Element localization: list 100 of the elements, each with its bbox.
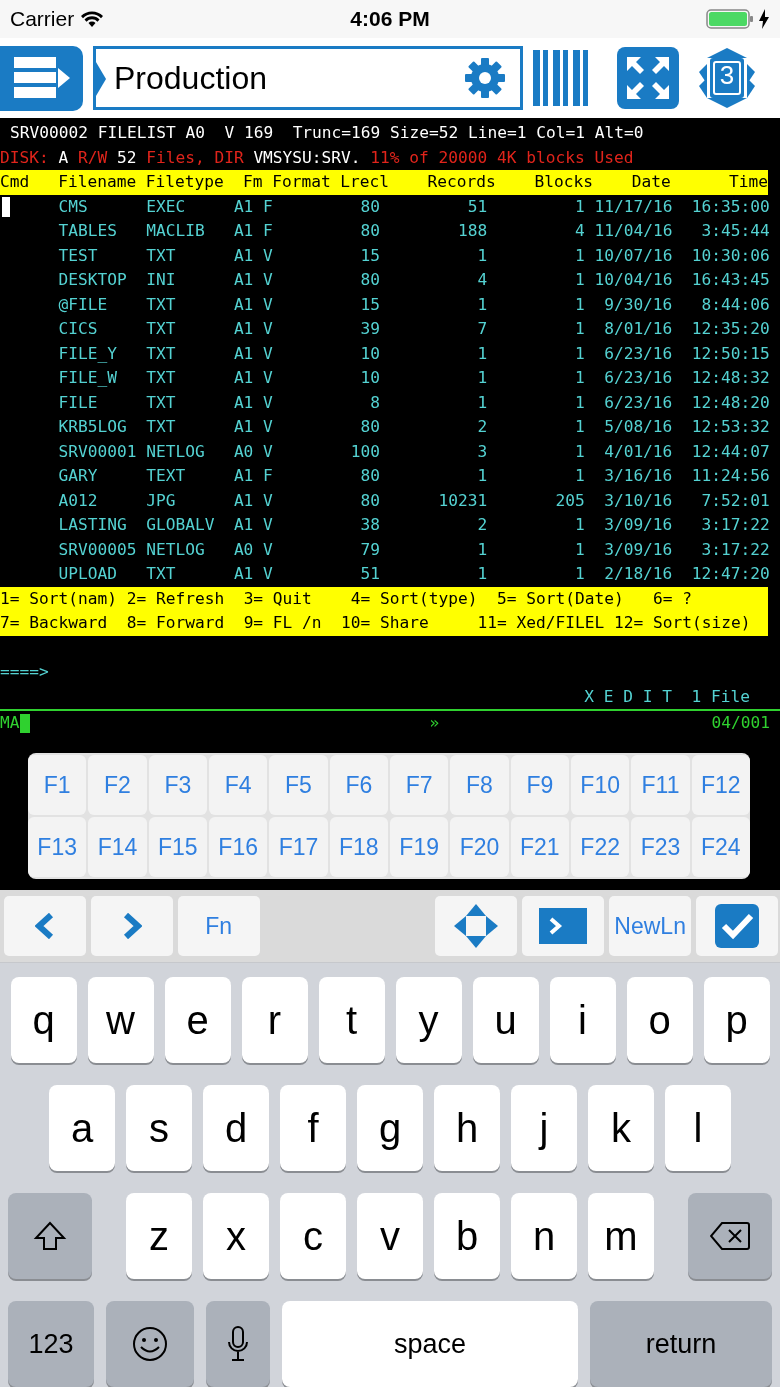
function-key[interactable]: F19 — [390, 817, 449, 877]
function-key[interactable]: F24 — [691, 817, 750, 877]
function-key[interactable]: F8 — [450, 755, 509, 815]
numbers-key[interactable]: 123 — [8, 1301, 94, 1387]
column-header[interactable]: Blocks — [495, 170, 594, 195]
enter-button[interactable] — [522, 896, 605, 956]
function-key[interactable]: F11 — [631, 755, 690, 815]
column-header[interactable]: Fm — [243, 170, 273, 195]
letter-key[interactable]: s — [126, 1085, 192, 1171]
disk-info-text: A — [58, 146, 69, 169]
emoji-key[interactable] — [106, 1301, 194, 1387]
function-key[interactable]: F22 — [571, 817, 630, 877]
column-header[interactable]: Time — [670, 170, 768, 195]
table-cell: 1 — [574, 196, 585, 216]
table-cell: 8 — [370, 392, 381, 412]
delete-key[interactable] — [688, 1193, 772, 1279]
function-key[interactable]: F23 — [631, 817, 690, 877]
function-key[interactable]: F17 — [269, 817, 328, 877]
back-button[interactable] — [4, 896, 86, 956]
function-key[interactable]: F12 — [691, 755, 750, 815]
letter-key[interactable]: i — [549, 977, 616, 1063]
letter-key[interactable]: e — [164, 977, 231, 1063]
session-field[interactable]: Production — [93, 46, 523, 110]
letter-key[interactable]: r — [241, 977, 308, 1063]
function-key[interactable]: F7 — [390, 755, 449, 815]
function-key[interactable]: F10 — [571, 755, 630, 815]
letter-key[interactable]: d — [203, 1085, 269, 1171]
table-cell: 10 — [360, 368, 381, 387]
table-cell: NETLOG — [146, 441, 205, 461]
letter-key[interactable]: w — [87, 977, 154, 1063]
function-key[interactable]: F4 — [209, 755, 268, 815]
letter-key[interactable]: c — [280, 1193, 346, 1279]
table-cell: 205 — [555, 490, 585, 510]
table-cell: A1 — [233, 392, 254, 412]
letter-key[interactable]: v — [357, 1193, 423, 1279]
expand-icon — [617, 47, 679, 109]
column-header[interactable]: Lrecl — [340, 170, 389, 195]
table-cell: DESKTOP — [58, 270, 127, 289]
column-header[interactable]: Cmd — [0, 170, 59, 195]
letter-key[interactable]: m — [588, 1193, 654, 1279]
letter-key[interactable]: z — [126, 1193, 192, 1279]
table-cell: 1 — [477, 343, 488, 363]
function-key[interactable]: F3 — [148, 755, 207, 815]
letter-key[interactable]: x — [203, 1193, 269, 1279]
function-key[interactable]: F16 — [209, 817, 268, 877]
table-cell: TXT — [146, 368, 176, 387]
function-key[interactable]: F9 — [510, 755, 569, 815]
letter-key[interactable]: u — [472, 977, 539, 1063]
table-cell: NETLOG — [146, 539, 205, 559]
space-key[interactable]: space — [282, 1301, 578, 1387]
letter-key[interactable]: k — [588, 1085, 654, 1171]
column-header[interactable]: Records — [388, 170, 496, 195]
sessions-button[interactable]: 3 — [695, 46, 759, 110]
function-key[interactable]: F1 — [28, 755, 87, 815]
toolbar-key[interactable]: Fn — [177, 896, 260, 956]
menu-button[interactable] — [0, 45, 83, 111]
table-cell: A1 — [233, 466, 254, 485]
letter-key[interactable]: t — [318, 977, 385, 1063]
shift-key[interactable] — [8, 1193, 92, 1279]
letter-key[interactable]: l — [665, 1085, 731, 1171]
letter-key[interactable]: o — [626, 977, 693, 1063]
file-count: 1 File — [691, 685, 750, 708]
command-input[interactable]: MA — [0, 710, 20, 736]
column-header[interactable]: Filename — [58, 170, 146, 195]
function-key[interactable]: F20 — [450, 817, 509, 877]
dictation-key[interactable] — [206, 1301, 270, 1387]
letter-key[interactable]: j — [511, 1085, 577, 1171]
letter-key[interactable]: h — [434, 1085, 500, 1171]
function-key[interactable]: F5 — [269, 755, 328, 815]
table-cell: F — [263, 196, 273, 216]
cursor-move-button[interactable] — [435, 896, 518, 956]
function-key[interactable]: F6 — [329, 755, 388, 815]
function-key[interactable]: F21 — [510, 817, 569, 877]
column-header[interactable]: Filetype — [145, 170, 243, 195]
letter-key[interactable]: n — [511, 1193, 577, 1279]
function-key[interactable]: F14 — [88, 817, 147, 877]
table-cell: TEXT — [146, 466, 186, 485]
function-key[interactable]: F18 — [329, 817, 388, 877]
fullscreen-button[interactable] — [617, 47, 679, 109]
column-header[interactable]: Format — [272, 170, 341, 195]
table-cell: 6/23/16 — [604, 368, 673, 387]
table-cell: A1 — [233, 343, 254, 363]
letter-key[interactable]: g — [357, 1085, 423, 1171]
letter-key[interactable]: a — [49, 1085, 115, 1171]
table-cell: 1 — [477, 466, 488, 485]
letter-key[interactable]: y — [395, 977, 462, 1063]
function-key[interactable]: F13 — [28, 817, 87, 877]
letter-key[interactable]: q — [10, 977, 77, 1063]
toolbar-key[interactable]: NewLn — [609, 896, 692, 956]
settings-icon[interactable] — [464, 57, 506, 99]
function-key[interactable]: F2 — [88, 755, 147, 815]
letter-key[interactable]: p — [703, 977, 770, 1063]
forward-button[interactable] — [90, 896, 173, 956]
letter-key[interactable]: b — [434, 1193, 500, 1279]
return-key[interactable]: return — [590, 1301, 772, 1387]
function-key[interactable]: F15 — [148, 817, 207, 877]
column-header[interactable]: Date — [593, 170, 671, 195]
table-cell: 10/07/16 — [594, 245, 673, 265]
letter-key[interactable]: f — [280, 1085, 346, 1171]
done-button[interactable] — [696, 896, 778, 956]
